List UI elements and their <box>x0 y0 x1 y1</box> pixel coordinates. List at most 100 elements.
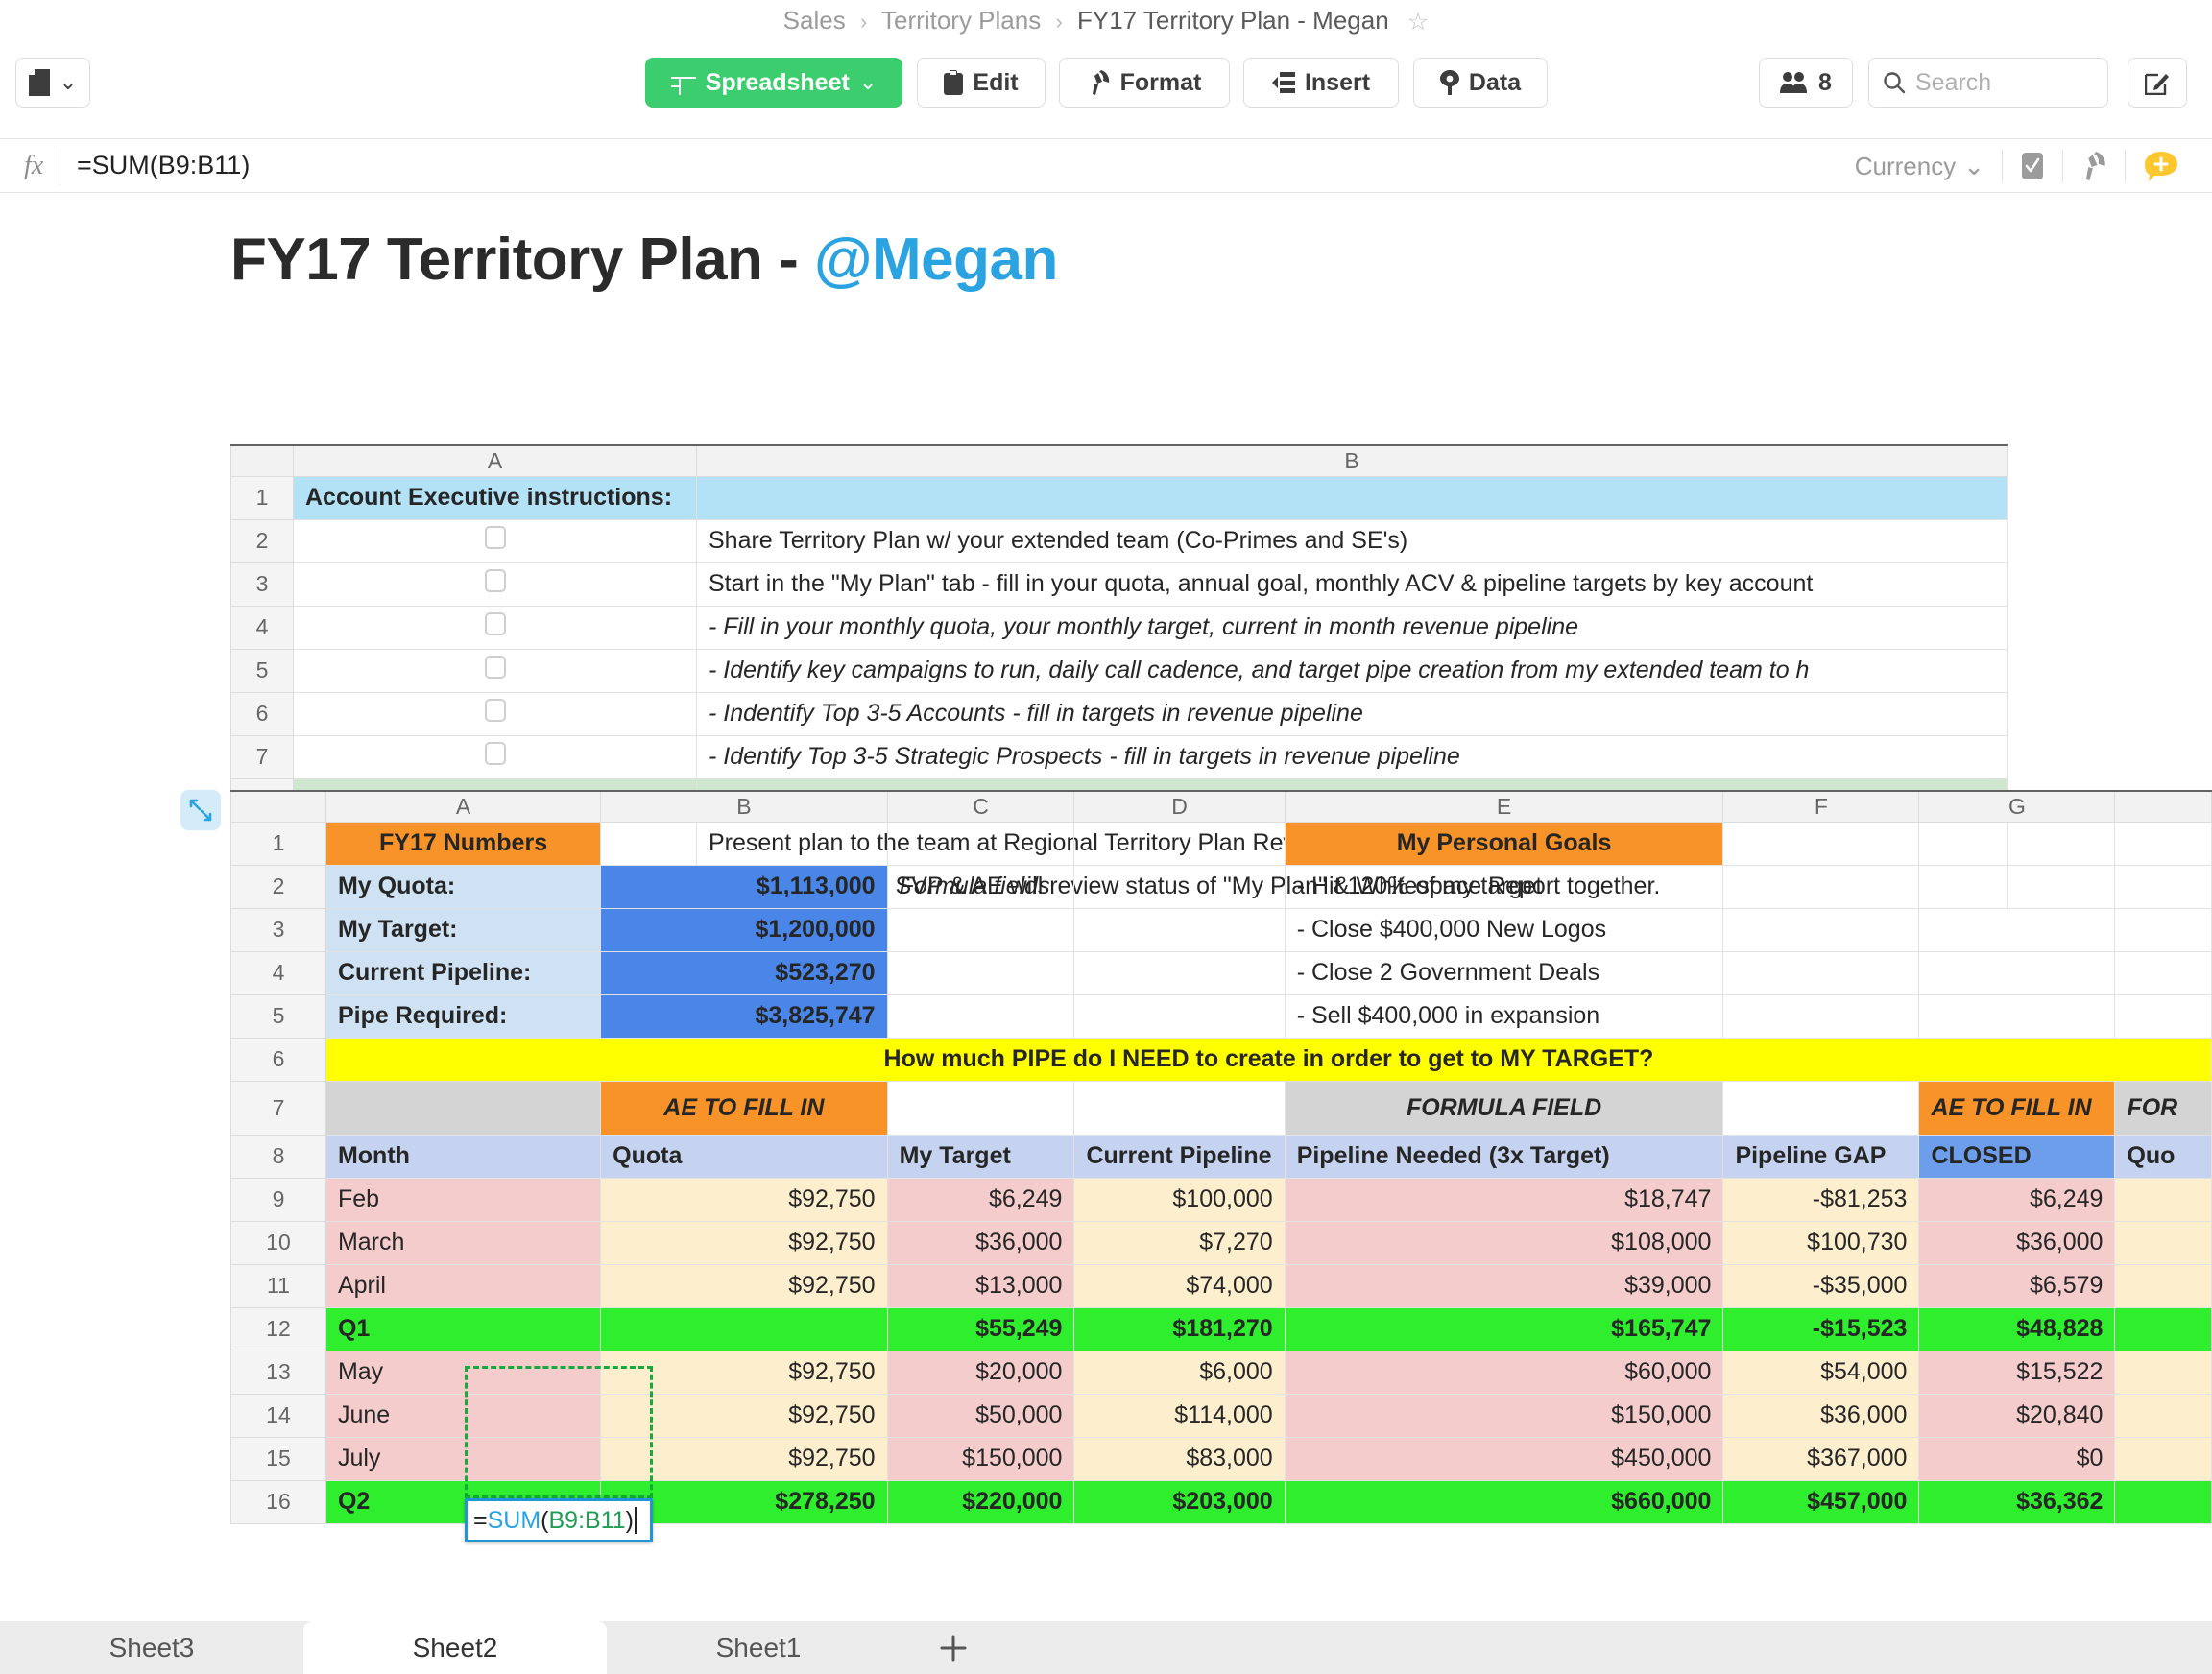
cell-h4[interactable] <box>2115 951 2212 994</box>
column-header-c[interactable]: C <box>887 791 1074 822</box>
table-row[interactable]: 14 June $92,750 $50,000 $114,000 $150,00… <box>231 1394 2212 1437</box>
cell-e3[interactable]: - Close $400,000 New Logos <box>1285 908 1723 951</box>
cell-b3[interactable]: $1,200,000 <box>601 908 887 951</box>
row-header[interactable]: 15 <box>231 1437 326 1480</box>
cell-b7[interactable]: - Identify Top 3-5 Strategic Prospects -… <box>697 735 2008 778</box>
collaborators-button[interactable]: 8 <box>1759 58 1853 108</box>
cell-f7[interactable] <box>1723 1081 1919 1135</box>
cell-quota[interactable]: $92,750 <box>601 1221 887 1264</box>
header-quota[interactable]: Quota <box>601 1135 887 1178</box>
row-header[interactable]: 1 <box>231 476 294 519</box>
header-closed[interactable]: CLOSED <box>1919 1135 2115 1178</box>
cell-d2[interactable] <box>1074 865 1285 908</box>
row-header[interactable]: 7 <box>231 1081 326 1135</box>
cell-e1[interactable]: My Personal Goals <box>1285 822 1723 865</box>
table-row[interactable]: 15 July $92,750 $150,000 $83,000 $450,00… <box>231 1437 2212 1480</box>
cell-b2[interactable]: $1,113,000 <box>601 865 887 908</box>
cell-e7[interactable]: FORMULA FIELD <box>1285 1081 1723 1135</box>
cell-b5[interactable]: $3,825,747 <box>601 994 887 1038</box>
cell-my-target[interactable]: $6,249 <box>887 1178 1074 1221</box>
cell-e5[interactable]: - Sell $400,000 in expansion <box>1285 994 1723 1038</box>
cell-month[interactable]: April <box>325 1264 600 1307</box>
row-header[interactable]: 14 <box>231 1394 326 1437</box>
cell-quo[interactable] <box>2115 1437 2212 1480</box>
search-box[interactable]: Search <box>1868 58 2108 108</box>
row-header[interactable]: 1 <box>231 822 326 865</box>
table-row[interactable]: 3 My Target: $1,200,000 - Close $400,000… <box>231 908 2212 951</box>
row-header[interactable]: 2 <box>231 519 294 562</box>
cell-b2[interactable]: Share Territory Plan w/ your extended te… <box>697 519 2008 562</box>
cell-b1[interactable] <box>601 822 887 865</box>
cell-b5[interactable]: - Identify key campaigns to run, daily c… <box>697 649 2008 692</box>
cell-h1[interactable] <box>2115 822 2212 865</box>
cell-current-pipeline[interactable]: $83,000 <box>1074 1437 1285 1480</box>
checkbox-icon[interactable] <box>485 699 506 722</box>
cell-quo[interactable] <box>2115 1394 2212 1437</box>
column-header-b[interactable]: B <box>601 791 887 822</box>
cell-closed[interactable]: $36,362 <box>1919 1480 2115 1523</box>
cell-a3[interactable]: My Target: <box>325 908 600 951</box>
cell-g3[interactable] <box>1919 908 2115 951</box>
column-header-g[interactable]: G <box>1919 791 2115 822</box>
cell-a4[interactable]: Current Pipeline: <box>325 951 600 994</box>
formula-input[interactable] <box>75 150 1179 181</box>
cell-my-target[interactable]: $13,000 <box>887 1264 1074 1307</box>
table-row[interactable]: 6 - Indentify Top 3-5 Accounts - fill in… <box>231 692 2008 735</box>
cell-quota[interactable]: $92,750 <box>601 1394 887 1437</box>
checkbox-icon[interactable] <box>485 569 506 592</box>
table-row[interactable]: 1 Account Executive instructions: <box>231 476 2008 519</box>
cell-g4[interactable] <box>1919 951 2115 994</box>
table-row[interactable]: 11 April $92,750 $13,000 $74,000 $39,000… <box>231 1264 2212 1307</box>
favorite-star-icon[interactable]: ☆ <box>1407 8 1429 36</box>
table-row[interactable]: 2 Share Territory Plan w/ your extended … <box>231 519 2008 562</box>
cell-my-target[interactable]: $150,000 <box>887 1437 1074 1480</box>
cell-month[interactable]: July <box>325 1437 600 1480</box>
cell-a1[interactable]: FY17 Numbers <box>325 822 600 865</box>
cell-a7[interactable] <box>294 735 697 778</box>
cell-f4[interactable] <box>1723 951 1919 994</box>
cell-quo[interactable] <box>2115 1307 2212 1351</box>
cell-pipeline-gap[interactable]: -$35,000 <box>1723 1264 1919 1307</box>
sheet-tab-sheet3[interactable]: Sheet3 <box>0 1621 303 1674</box>
cell-e2[interactable]: - Hit 120% of my target <box>1285 865 1723 908</box>
cell-b1[interactable] <box>697 476 2008 519</box>
header-quo[interactable]: Quo <box>2115 1135 2212 1178</box>
cell-quo[interactable] <box>2115 1264 2212 1307</box>
row-header[interactable]: 6 <box>231 1038 326 1081</box>
row-header[interactable]: 9 <box>231 1178 326 1221</box>
checkbox-icon[interactable] <box>485 526 506 549</box>
column-header-a[interactable]: A <box>294 445 697 476</box>
table-row[interactable]: 7 - Identify Top 3-5 Strategic Prospects… <box>231 735 2008 778</box>
cell-closed[interactable]: $15,522 <box>1919 1351 2115 1394</box>
table-row[interactable]: 2 My Quota: $1,113,000 Formula fields - … <box>231 865 2212 908</box>
checkbox-format-button[interactable] <box>2003 151 2062 181</box>
number-format-select[interactable]: Currency⌄ <box>1855 152 2002 181</box>
cell-pipeline-needed[interactable]: $18,747 <box>1285 1178 1723 1221</box>
cell-f3[interactable] <box>1723 908 1919 951</box>
cell-d7[interactable] <box>1074 1081 1285 1135</box>
column-header-b[interactable]: B <box>697 445 2008 476</box>
cell-pipeline-needed[interactable]: $60,000 <box>1285 1351 1723 1394</box>
table-row[interactable]: 13 May $92,750 $20,000 $6,000 $60,000 $5… <box>231 1351 2212 1394</box>
cell-g5[interactable] <box>1919 994 2115 1038</box>
breadcrumb-item-sales[interactable]: Sales <box>783 6 846 35</box>
add-comment-button[interactable] <box>2126 150 2197 182</box>
table-row[interactable]: 7 AE TO FILL IN FORMULA FIELD AE TO FILL… <box>231 1081 2212 1135</box>
cell-pipeline-needed[interactable]: $39,000 <box>1285 1264 1723 1307</box>
cell-a2[interactable] <box>294 519 697 562</box>
cell-c5[interactable] <box>887 994 1074 1038</box>
cell-pipeline-gap[interactable]: -$81,253 <box>1723 1178 1919 1221</box>
cell-a2[interactable]: My Quota: <box>325 865 600 908</box>
cell-my-target[interactable]: $36,000 <box>887 1221 1074 1264</box>
data-button[interactable]: Data <box>1413 58 1548 108</box>
paint-roller-format-button[interactable] <box>2063 152 2125 180</box>
cell-h7[interactable]: FOR <box>2115 1081 2212 1135</box>
header-my-target[interactable]: My Target <box>887 1135 1074 1178</box>
cell-closed[interactable]: $6,579 <box>1919 1264 2115 1307</box>
add-sheet-button[interactable] <box>910 1621 997 1674</box>
checkbox-icon[interactable] <box>485 612 506 635</box>
cell-closed[interactable]: $6,249 <box>1919 1178 2115 1221</box>
breadcrumb-item-current[interactable]: FY17 Territory Plan - Megan <box>1077 6 1389 35</box>
cell-quota-editing[interactable] <box>601 1307 887 1351</box>
cell-current-pipeline[interactable]: $7,270 <box>1074 1221 1285 1264</box>
